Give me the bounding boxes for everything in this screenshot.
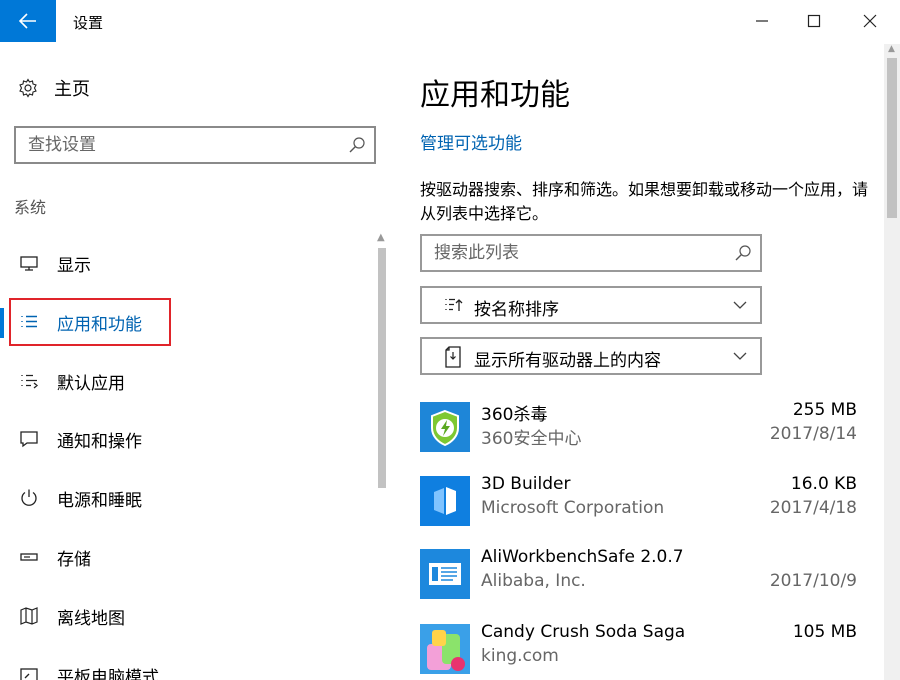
app-list-item[interactable]: 360杀毒 360安全中心 255 MB 2017/8/14 (420, 398, 860, 458)
chevron-down-icon (732, 297, 748, 317)
sidebar-item-label: 存储 (57, 549, 91, 570)
drive-filter-label: 显示所有驱动器上的内容 (474, 351, 661, 371)
shield-app-icon (420, 402, 470, 452)
app-name: Candy Crush Soda Saga (481, 622, 686, 642)
main-scrollbar[interactable]: ▲ (884, 44, 900, 680)
search-icon[interactable] (734, 244, 752, 266)
close-button[interactable] (842, 0, 898, 42)
app-publisher: king.com (481, 646, 559, 666)
window-app-icon (420, 549, 470, 599)
sidebar-item-label: 平板电脑模式 (57, 667, 159, 680)
app-install-date: 2017/4/18 (769, 498, 857, 518)
notification-icon (18, 428, 40, 450)
sidebar-item-label: 通知和操作 (57, 431, 142, 452)
app-install-date: 2017/10/9 (769, 571, 857, 591)
window-title: 设置 (73, 14, 104, 32)
sort-dropdown[interactable]: 按名称排序 (420, 286, 762, 324)
main-scroll-thumb[interactable] (887, 58, 897, 218)
scroll-up-arrow-icon[interactable]: ▲ (888, 44, 895, 54)
app-size: 255 MB (792, 400, 857, 420)
default-apps-icon (18, 370, 40, 392)
red-highlight-box (9, 298, 171, 346)
app-list-item[interactable]: Candy Crush Soda Saga king.com 105 MB (420, 620, 860, 680)
sidebar-item-label: 显示 (57, 255, 91, 276)
section-label-system: 系统 (14, 198, 47, 217)
sidebar-item-label: 离线地图 (57, 608, 125, 629)
sidebar-item-default-apps[interactable]: 默认应用 (0, 353, 372, 409)
scroll-up-arrow-icon[interactable]: ▲ (377, 232, 385, 243)
close-icon (863, 14, 877, 28)
app-list-search-box[interactable] (420, 234, 762, 272)
app-name: AliWorkbenchSafe 2.0.7 (481, 547, 684, 567)
manage-optional-features-link[interactable]: 管理可选功能 (420, 129, 522, 154)
builder-app-icon (420, 476, 470, 526)
app-size: 16.0 KB (790, 474, 857, 494)
drive-icon (444, 346, 462, 372)
home-nav-item[interactable]: 主页 (18, 76, 90, 100)
description-text: 按驱动器搜索、排序和筛选。如果想要卸载或移动一个应用，请从列表中选择它。 (420, 180, 869, 223)
sidebar-item-display[interactable]: 显示 (0, 235, 372, 291)
maximize-icon (807, 14, 821, 28)
sidebar-item-storage[interactable]: 存储 (0, 529, 372, 585)
sort-dropdown-label: 按名称排序 (474, 300, 559, 320)
sidebar-scroll-thumb[interactable] (378, 248, 386, 488)
app-list-item[interactable]: 3D Builder Microsoft Corporation 16.0 KB… (420, 472, 860, 532)
monitor-icon (18, 252, 40, 274)
page-title: 应用和功能 (420, 78, 570, 113)
app-install-date: 2017/8/14 (769, 424, 857, 444)
sidebar-scrollbar[interactable]: ▲ (375, 232, 389, 680)
candy-app-icon (420, 624, 470, 674)
tablet-icon (18, 664, 40, 680)
app-name: 3D Builder (481, 474, 571, 494)
title-bar: 设置 (0, 0, 900, 44)
app-size: 105 MB (792, 622, 857, 642)
sidebar-item-power[interactable]: 电源和睡眠 (0, 470, 372, 526)
arrow-left-icon (19, 13, 36, 29)
minimize-icon (756, 20, 768, 22)
sidebar-item-notifications[interactable]: 通知和操作 (0, 411, 372, 467)
sidebar-item-label: 默认应用 (57, 373, 125, 394)
app-publisher: 360安全中心 (481, 429, 582, 449)
power-icon (18, 487, 40, 509)
map-icon (18, 605, 40, 627)
minimize-button[interactable] (734, 0, 790, 42)
app-publisher: Alibaba, Inc. (481, 571, 586, 591)
back-button[interactable] (0, 0, 56, 42)
app-list-search-input[interactable] (422, 236, 722, 270)
settings-search-box[interactable] (14, 126, 376, 164)
chevron-down-icon (732, 348, 748, 368)
app-publisher: Microsoft Corporation (481, 498, 665, 518)
drive-filter-dropdown[interactable]: 显示所有驱动器上的内容 (420, 337, 762, 375)
sidebar-item-tablet-mode[interactable]: 平板电脑模式 (0, 647, 372, 680)
maximize-button[interactable] (786, 0, 842, 42)
sidebar-item-label: 电源和睡眠 (57, 490, 142, 511)
sidebar-item-offline-maps[interactable]: 离线地图 (0, 588, 372, 644)
app-name: 360杀毒 (481, 405, 548, 425)
app-list-item[interactable]: AliWorkbenchSafe 2.0.7 Alibaba, Inc. 201… (420, 545, 860, 605)
settings-search-input[interactable] (16, 128, 336, 162)
sort-icon (444, 295, 464, 319)
home-label: 主页 (54, 79, 90, 100)
search-icon[interactable] (348, 136, 366, 158)
storage-icon (18, 546, 40, 568)
gear-icon (19, 78, 37, 98)
